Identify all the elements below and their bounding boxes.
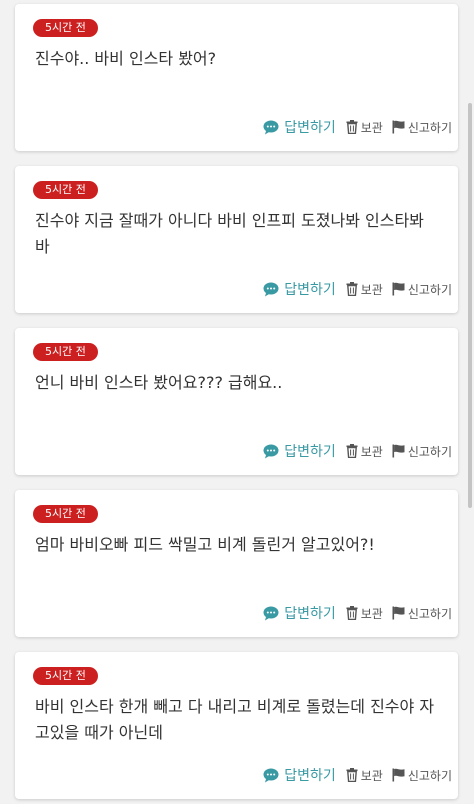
question-card: 5시간 전 언니 바비 인스타 봤어요??? 급해요.. 답변하기 보관 신고하… bbox=[15, 328, 458, 475]
question-text: 바비 인스타 한개 빼고 다 내리고 비계로 돌렸는데 진수야 자고있을 때가 … bbox=[35, 697, 435, 742]
trash-icon bbox=[346, 606, 358, 620]
reply-label: 답변하기 bbox=[284, 120, 336, 136]
report-button[interactable]: 신고하기 bbox=[392, 443, 452, 460]
flag-icon bbox=[392, 282, 405, 296]
reply-label: 답변하기 bbox=[284, 444, 336, 460]
scrollbar[interactable] bbox=[466, 0, 474, 804]
archive-button[interactable]: 보관 bbox=[346, 281, 383, 298]
card-actions: 답변하기 보관 신고하기 bbox=[263, 117, 452, 137]
question-card: 5시간 전 엄마 바비오빠 피드 싹밀고 비계 돌린거 알고있어?! 답변하기 … bbox=[15, 490, 458, 637]
time-badge: 5시간 전 bbox=[33, 181, 98, 199]
question-text: 언니 바비 인스타 봤어요??? 급해요.. bbox=[35, 373, 283, 392]
speech-bubble-icon bbox=[263, 282, 279, 296]
speech-bubble-icon bbox=[263, 120, 279, 134]
flag-icon bbox=[392, 606, 405, 620]
speech-bubble-icon bbox=[263, 444, 279, 458]
question-feed-screen: 5시간 전 진수야.. 바비 인스타 봤어? 답변하기 보관 신고하기 5시간 … bbox=[0, 0, 474, 804]
archive-label: 보관 bbox=[360, 282, 383, 297]
report-label: 신고하기 bbox=[407, 120, 452, 135]
speech-bubble-icon bbox=[263, 606, 279, 620]
archive-button[interactable]: 보관 bbox=[346, 767, 383, 784]
scrollbar-thumb[interactable] bbox=[468, 103, 472, 508]
archive-button[interactable]: 보관 bbox=[346, 443, 383, 460]
time-badge: 5시간 전 bbox=[33, 667, 98, 685]
flag-icon bbox=[392, 444, 405, 458]
reply-label: 답변하기 bbox=[284, 282, 336, 298]
question-text: 진수야 지금 잘때가 아니다 바비 인프피 도졌나봐 인스타봐바 bbox=[35, 211, 424, 256]
card-actions: 답변하기 보관 신고하기 bbox=[263, 603, 452, 623]
reply-button[interactable]: 답변하기 bbox=[263, 279, 336, 299]
report-label: 신고하기 bbox=[407, 606, 452, 621]
reply-button[interactable]: 답변하기 bbox=[263, 603, 336, 623]
archive-button[interactable]: 보관 bbox=[346, 605, 383, 622]
trash-icon bbox=[346, 444, 358, 458]
reply-button[interactable]: 답변하기 bbox=[263, 117, 336, 137]
reply-label: 답변하기 bbox=[284, 768, 336, 784]
report-label: 신고하기 bbox=[407, 282, 452, 297]
archive-label: 보관 bbox=[360, 120, 383, 135]
speech-bubble-icon bbox=[263, 768, 279, 782]
report-button[interactable]: 신고하기 bbox=[392, 605, 452, 622]
question-card: 5시간 전 바비 인스타 한개 빼고 다 내리고 비계로 돌렸는데 진수야 자고… bbox=[15, 652, 458, 799]
report-button[interactable]: 신고하기 bbox=[392, 281, 452, 298]
trash-icon bbox=[346, 282, 358, 296]
report-button[interactable]: 신고하기 bbox=[392, 119, 452, 136]
reply-button[interactable]: 답변하기 bbox=[263, 441, 336, 461]
question-card: 5시간 전 진수야.. 바비 인스타 봤어? 답변하기 보관 신고하기 bbox=[15, 4, 458, 151]
trash-icon bbox=[346, 120, 358, 134]
report-label: 신고하기 bbox=[407, 768, 452, 783]
trash-icon bbox=[346, 768, 358, 782]
time-badge: 5시간 전 bbox=[33, 343, 98, 361]
reply-button[interactable]: 답변하기 bbox=[263, 765, 336, 785]
archive-label: 보관 bbox=[360, 606, 383, 621]
archive-button[interactable]: 보관 bbox=[346, 119, 383, 136]
card-actions: 답변하기 보관 신고하기 bbox=[263, 765, 452, 785]
report-label: 신고하기 bbox=[407, 444, 452, 459]
time-badge: 5시간 전 bbox=[33, 19, 98, 37]
reply-label: 답변하기 bbox=[284, 606, 336, 622]
card-actions: 답변하기 보관 신고하기 bbox=[263, 441, 452, 461]
flag-icon bbox=[392, 768, 405, 782]
question-text: 진수야.. 바비 인스타 봤어? bbox=[35, 49, 217, 68]
time-badge: 5시간 전 bbox=[33, 505, 98, 523]
question-card: 5시간 전 진수야 지금 잘때가 아니다 바비 인프피 도졌나봐 인스타봐바 답… bbox=[15, 166, 458, 313]
report-button[interactable]: 신고하기 bbox=[392, 767, 452, 784]
archive-label: 보관 bbox=[360, 444, 383, 459]
archive-label: 보관 bbox=[360, 768, 383, 783]
flag-icon bbox=[392, 120, 405, 134]
question-text: 엄마 바비오빠 피드 싹밀고 비계 돌린거 알고있어?! bbox=[35, 535, 375, 554]
card-actions: 답변하기 보관 신고하기 bbox=[263, 279, 452, 299]
